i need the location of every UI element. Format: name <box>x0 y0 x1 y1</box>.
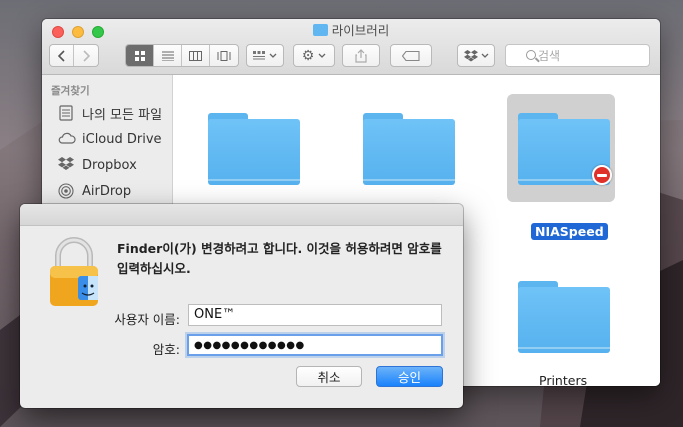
arrange-icon <box>253 50 265 59</box>
gear-icon: ⚙ <box>301 47 315 64</box>
chevron-down-icon <box>318 53 326 58</box>
dropbox-icon <box>463 49 478 61</box>
column-view-button[interactable] <box>182 45 210 66</box>
folder-item-printers[interactable] <box>518 281 610 353</box>
sidebar-item-label: iCloud Drive <box>82 131 162 147</box>
window-title-text: 라이브러리 <box>331 23 390 38</box>
dropbox-icon <box>58 157 76 173</box>
folder-item[interactable] <box>208 113 300 185</box>
back-forward-control <box>49 44 99 67</box>
search-icon <box>526 50 536 60</box>
cloud-icon <box>58 131 76 147</box>
auth-dialog: Finder이(가) 변경하려고 합니다. 이것을 허용하려면 암호를 입력하십… <box>20 204 463 408</box>
lock-icon <box>50 237 98 306</box>
title-bar: 라이브러리 ⚙ 검색 <box>42 19 660 75</box>
dialog-title-bar <box>20 204 463 226</box>
sidebar-item-all-files[interactable]: 나의 모든 파일 <box>58 102 162 124</box>
dropbox-toolbar-button[interactable] <box>457 44 495 67</box>
coverflow-icon <box>217 50 231 61</box>
view-mode-control <box>125 44 239 67</box>
chevron-down-icon <box>269 53 277 58</box>
window-title: 라이브러리 <box>42 22 660 40</box>
username-label: 사용자 이름: <box>114 312 180 327</box>
share-button[interactable] <box>342 44 380 67</box>
list-icon <box>161 51 174 61</box>
no-entry-badge-icon <box>592 165 612 185</box>
all-files-icon <box>58 105 76 121</box>
dialog-message: Finder이(가) 변경하려고 합니다. 이것을 허용하려면 암호를 입력하십… <box>117 241 442 276</box>
folder-item-niaspeed[interactable] <box>518 113 612 185</box>
cancel-button[interactable]: 취소 <box>296 366 362 387</box>
folder-item[interactable] <box>363 113 455 185</box>
icon-view-button[interactable] <box>126 45 154 66</box>
folder-label-printers[interactable]: Printers <box>539 373 587 386</box>
sidebar-item-label: AirDrop <box>82 183 132 199</box>
username-field[interactable]: ONE™ <box>188 304 442 326</box>
folder-label-niaspeed[interactable]: NIASpeed <box>531 223 608 240</box>
columns-icon <box>189 50 202 61</box>
search-placeholder: 검색 <box>538 49 561 63</box>
sidebar-item-label: 나의 모든 파일 <box>82 107 163 123</box>
share-icon <box>355 48 367 63</box>
airdrop-icon <box>58 183 76 199</box>
forward-button[interactable] <box>74 45 98 66</box>
arrange-button[interactable] <box>246 44 284 67</box>
action-button[interactable]: ⚙ <box>293 44 335 67</box>
confirm-button[interactable]: 승인 <box>376 366 443 387</box>
coverflow-view-button[interactable] <box>210 45 238 66</box>
folder-icon <box>312 24 328 36</box>
password-label: 암호: <box>152 342 180 357</box>
chevron-right-icon <box>83 49 90 62</box>
search-field[interactable]: 검색 <box>505 44 650 67</box>
tag-button[interactable] <box>390 44 432 67</box>
back-button[interactable] <box>50 45 74 66</box>
sidebar-item-airdrop[interactable]: AirDrop <box>58 180 131 202</box>
chevron-down-icon <box>481 53 488 58</box>
tag-icon <box>402 50 420 61</box>
sidebar-section-title: 즐겨찾기 <box>51 85 90 97</box>
grid-icon <box>134 50 145 61</box>
sidebar-item-label: Dropbox <box>82 157 137 173</box>
password-field[interactable]: ●●●●●●●●●●●● <box>187 334 443 356</box>
sidebar-item-icloud[interactable]: iCloud Drive <box>58 128 162 150</box>
chevron-left-icon <box>57 49 65 62</box>
list-view-button[interactable] <box>154 45 182 66</box>
sidebar-item-dropbox[interactable]: Dropbox <box>58 154 137 176</box>
